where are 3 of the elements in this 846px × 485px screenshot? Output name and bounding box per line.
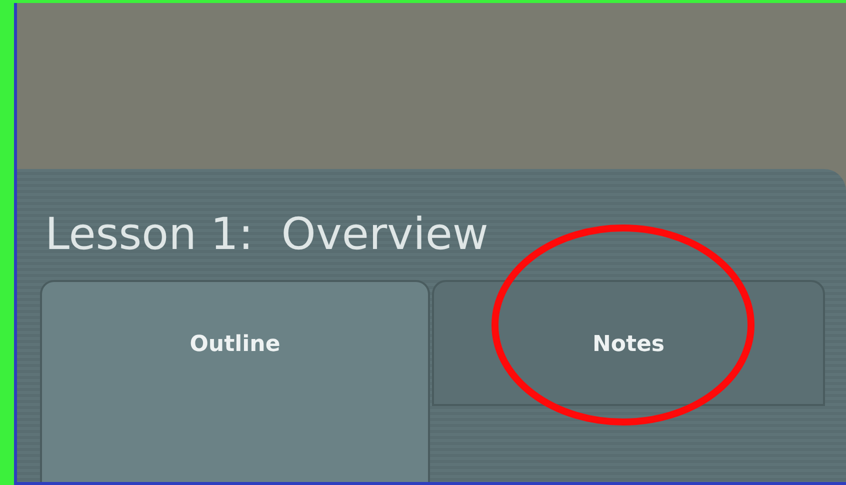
lesson-title: Lesson 1: Overview <box>45 209 488 262</box>
tab[interactable]: Outline <box>40 280 430 482</box>
tab[interactable]: Notes <box>432 280 825 406</box>
